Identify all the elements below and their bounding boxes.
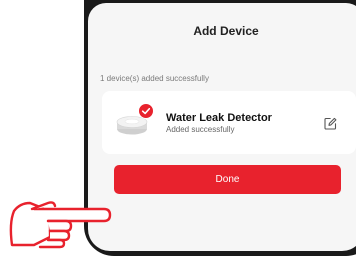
add-device-screen: Add Device 1 device(s) added successfull… [88,3,356,251]
page-title: Add Device [193,24,259,38]
done-button[interactable]: Done [114,165,341,194]
success-count-text: 1 device(s) added successfully [100,74,209,83]
device-status: Added successfully [166,125,235,134]
device-card[interactable]: Water Leak Detector Added successfully [102,91,356,154]
device-name: Water Leak Detector [166,112,272,124]
tutorial-stage: Add Device 1 device(s) added successfull… [0,0,356,259]
success-check-icon [138,103,154,119]
phone-frame: Add Device 1 device(s) added successfull… [84,0,356,256]
edit-icon[interactable] [324,117,337,130]
pointing-hand-icon [9,201,112,249]
